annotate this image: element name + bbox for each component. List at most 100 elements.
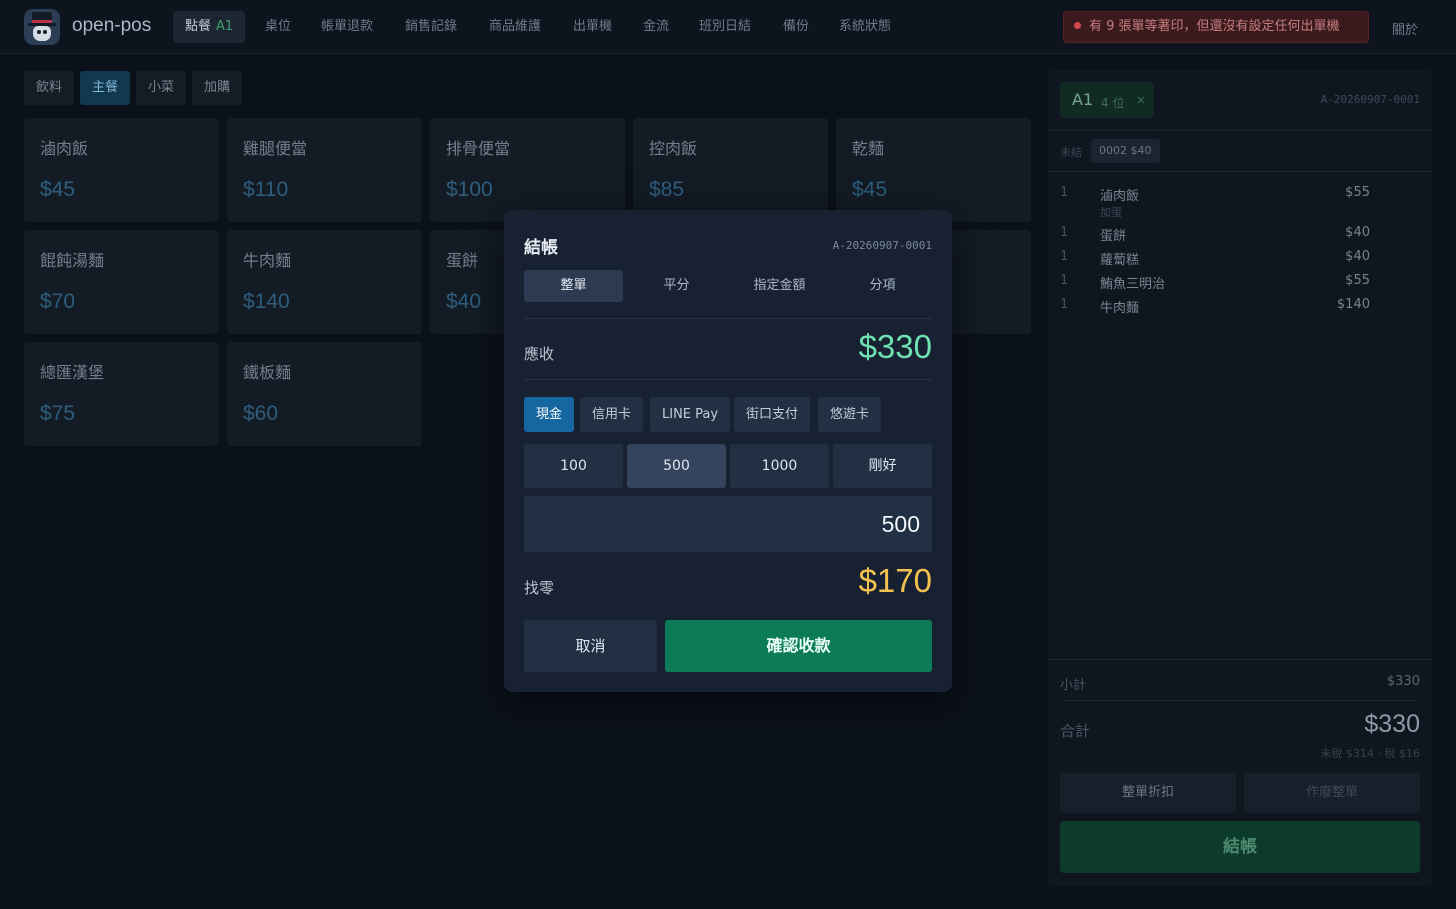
nav-payments[interactable]: 金流 xyxy=(631,11,681,43)
order-line[interactable]: 1 蘿蔔糕 $40 xyxy=(1060,249,1370,269)
order-panel: A1 4 位 × A-20260907-0001 未結 0002 $40 1 滷… xyxy=(1048,70,1432,886)
received-amount-input[interactable] xyxy=(524,496,932,552)
seat-count: 4 位 xyxy=(1101,96,1125,110)
order-line-qty: 1 xyxy=(1060,185,1069,200)
pending-label: 未結 xyxy=(1060,146,1082,159)
nav-system-status[interactable]: 系統狀態 xyxy=(827,11,903,43)
change-label: 找零 xyxy=(524,579,555,597)
divider xyxy=(1048,130,1432,131)
tax-breakdown: 未稅 $314 · 稅 $16 xyxy=(1320,747,1420,760)
amount-due-value: $330 xyxy=(858,328,932,365)
order-line[interactable]: 1 牛肉麵 $140 xyxy=(1060,297,1370,317)
split-tab-items[interactable]: 分項 xyxy=(833,270,932,302)
alert-dot-icon xyxy=(1074,22,1081,29)
printer-alert-badge[interactable]: 有 9 張單等著印，但還沒有設定任何出單機 xyxy=(1063,11,1369,43)
discount-button[interactable]: 整單折扣 xyxy=(1060,773,1236,813)
divider xyxy=(524,318,932,319)
split-tab-amount[interactable]: 指定金額 xyxy=(730,270,829,302)
order-line-price: $55 xyxy=(1345,273,1370,288)
product-card[interactable]: 雞腿便當 $110 xyxy=(227,118,422,222)
product-price: $75 xyxy=(40,402,76,425)
product-card[interactable]: 鐵板麵 $60 xyxy=(227,342,422,446)
category-tab-addons[interactable]: 加購 xyxy=(192,71,243,105)
product-card[interactable]: 總匯漢堡 $75 xyxy=(24,342,219,446)
nav-product-maintenance[interactable]: 商品維護 xyxy=(477,11,553,43)
subtotal-label: 小計 xyxy=(1060,678,1087,693)
table-chip[interactable]: A1 4 位 × xyxy=(1060,82,1154,118)
nav-order-label: 點餐 xyxy=(185,19,212,34)
product-price: $110 xyxy=(243,178,289,201)
product-price: $70 xyxy=(40,290,76,313)
product-card[interactable]: 餛飩湯麵 $70 xyxy=(24,230,219,334)
checkout-button[interactable]: 結帳 xyxy=(1060,821,1420,873)
order-line-qty: 1 xyxy=(1060,249,1069,264)
product-price: $60 xyxy=(243,402,279,425)
split-tab-whole[interactable]: 整單 xyxy=(524,270,623,302)
amount-due-label: 應收 xyxy=(524,345,555,363)
category-tab-drinks[interactable]: 飲料 xyxy=(24,71,75,105)
confirm-payment-button[interactable]: 確認收款 xyxy=(665,620,932,672)
product-card[interactable]: 乾麵 $45 xyxy=(836,118,1031,222)
alert-text: 有 9 張單等著印，但還沒有設定任何出單機 xyxy=(1089,19,1340,34)
total-value: $330 xyxy=(1364,710,1420,738)
product-price: $45 xyxy=(40,178,76,201)
pay-method-credit-card[interactable]: 信用卡 xyxy=(580,397,644,432)
category-tab-sides[interactable]: 小菜 xyxy=(136,71,187,105)
subtotal-value: $330 xyxy=(1386,674,1420,689)
quick-amount-500[interactable]: 500 xyxy=(627,444,726,488)
order-line-name: 蘿蔔糕 xyxy=(1100,253,1140,268)
order-line-qty: 1 xyxy=(1060,225,1069,240)
nav-refunds[interactable]: 帳單退款 xyxy=(309,11,385,43)
pay-method-line-pay[interactable]: LINE Pay xyxy=(650,397,731,432)
cancel-button[interactable]: 取消 xyxy=(524,620,657,672)
quick-amount-100[interactable]: 100 xyxy=(524,444,623,488)
nav-shift-close[interactable]: 班別日結 xyxy=(687,11,763,43)
nav-sales-records[interactable]: 銷售記錄 xyxy=(393,11,469,43)
product-name: 蛋餅 xyxy=(446,251,479,270)
table-name: A1 xyxy=(1072,90,1094,109)
order-line-price: $40 xyxy=(1345,225,1370,240)
order-line-qty: 1 xyxy=(1060,273,1069,288)
nav-order-table-tag: A1 xyxy=(216,19,234,34)
quick-amount-1000[interactable]: 1000 xyxy=(730,444,829,488)
total-label: 合計 xyxy=(1060,722,1091,740)
category-tab-mains[interactable]: 主餐 xyxy=(80,71,131,105)
product-card[interactable]: 滷肉飯 $45 xyxy=(24,118,219,222)
divider xyxy=(1048,171,1432,172)
product-name: 乾麵 xyxy=(852,139,885,158)
order-line-name: 鮪魚三明治 xyxy=(1100,277,1166,292)
product-name: 雞腿便當 xyxy=(243,139,308,158)
product-price: $140 xyxy=(243,290,290,313)
pay-method-cash[interactable]: 現金 xyxy=(524,397,575,432)
nav-backup[interactable]: 備份 xyxy=(771,11,821,43)
product-name: 牛肉麵 xyxy=(243,251,292,270)
pay-method-easycard[interactable]: 悠遊卡 xyxy=(818,397,882,432)
pay-method-jko-pay[interactable]: 街口支付 xyxy=(734,397,811,432)
order-line[interactable]: 1 鮪魚三明治 $55 xyxy=(1060,273,1370,293)
order-line[interactable]: 1 滷肉飯 $55 xyxy=(1060,185,1370,205)
order-id: A-20260907-0001 xyxy=(1320,93,1420,106)
close-table-icon[interactable]: × xyxy=(1136,93,1146,107)
order-line-name: 蛋餅 xyxy=(1100,229,1127,244)
void-order-button[interactable]: 作廢整單 xyxy=(1244,773,1420,813)
product-price: $100 xyxy=(446,178,493,201)
product-price: $45 xyxy=(852,178,888,201)
divider xyxy=(1060,700,1420,701)
product-name: 滷肉飯 xyxy=(40,139,89,158)
nav-tables[interactable]: 桌位 xyxy=(253,11,303,43)
brand-name: open-pos xyxy=(72,15,152,36)
about-link[interactable]: 關於 xyxy=(1392,19,1418,38)
order-line-price: $40 xyxy=(1345,249,1370,264)
split-tab-even[interactable]: 平分 xyxy=(627,270,726,302)
checkout-modal: 結帳 A-20260907-0001 整單 平分 指定金額 分項 應收 $330… xyxy=(504,210,952,692)
nav-printers[interactable]: 出單機 xyxy=(561,11,624,43)
order-line-name: 牛肉麵 xyxy=(1100,301,1140,316)
order-line[interactable]: 1 蛋餅 $40 xyxy=(1060,225,1370,245)
order-line-price: $140 xyxy=(1336,297,1370,312)
product-card[interactable]: 控肉飯 $85 xyxy=(633,118,828,222)
product-card[interactable]: 排骨便當 $100 xyxy=(430,118,625,222)
nav-order[interactable]: 點餐 A1 xyxy=(173,11,246,43)
quick-amount-exact[interactable]: 剛好 xyxy=(833,444,932,488)
pending-order-chip[interactable]: 0002 $40 xyxy=(1091,139,1160,163)
product-card[interactable]: 牛肉麵 $140 xyxy=(227,230,422,334)
